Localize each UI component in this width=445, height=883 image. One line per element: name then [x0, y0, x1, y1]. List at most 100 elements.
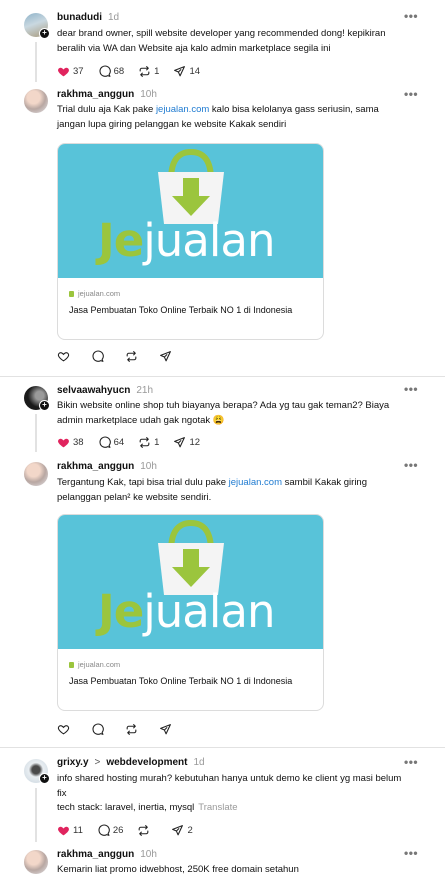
community-name[interactable]: webdevelopment	[106, 757, 187, 768]
post-actions	[57, 349, 193, 363]
like-button[interactable]: 37	[57, 65, 84, 78]
comment-button[interactable]: 26	[97, 824, 123, 837]
username[interactable]: rakhma_anggun 10h	[57, 461, 157, 472]
like-count: 37	[73, 65, 84, 77]
jejualan-logo-image: Jejualan	[58, 144, 323, 278]
comment-icon	[99, 65, 111, 77]
thread-line	[35, 414, 37, 452]
like-button[interactable]	[57, 723, 73, 736]
card-domain-text: jejualan.com	[78, 289, 121, 298]
more-icon[interactable]: •••	[404, 458, 418, 472]
follow-plus-icon[interactable]: +	[39, 400, 50, 411]
post-text: Bikin website online shop tuh biayanya b…	[57, 400, 390, 426]
username[interactable]: rakhma_anggun 10h	[57, 849, 157, 860]
follow-plus-icon[interactable]: +	[39, 773, 50, 784]
like-button[interactable]: 11	[57, 824, 83, 837]
username-text[interactable]: rakhma_anggun	[57, 849, 134, 860]
link-preview-card[interactable]: Jejualan jejualan.com Jasa Pembuatan Tok…	[57, 143, 324, 340]
like-count: 11	[73, 824, 83, 836]
timestamp: 10h	[140, 89, 157, 100]
comment-count: 68	[113, 65, 125, 77]
post-text: Kemarin liat promo idwebhost, 250K free …	[57, 864, 299, 875]
card-title: Jasa Pembuatan Toko Online Terbaik NO 1 …	[69, 305, 293, 315]
repost-count: 1	[154, 65, 160, 77]
link-jejualan[interactable]: jejualan.com	[229, 477, 282, 488]
username-text[interactable]: selvaawahyucn	[57, 385, 130, 396]
heart-icon	[58, 67, 69, 76]
username-text[interactable]: rakhma_anggun	[57, 89, 134, 100]
share-icon	[160, 723, 171, 734]
repost-count: 1	[154, 436, 160, 448]
repost-button[interactable]	[125, 350, 141, 363]
comment-button[interactable]: 64	[98, 436, 125, 449]
username-text[interactable]: bunadudi	[57, 12, 102, 23]
jejualan-logo-image: Jejualan	[58, 515, 323, 649]
share-button[interactable]: 14	[173, 65, 200, 78]
repost-icon	[126, 723, 137, 735]
card-domain: jejualan.com	[69, 289, 120, 298]
repost-button[interactable]: 1	[138, 436, 159, 449]
repost-button[interactable]: 1	[138, 65, 159, 78]
community-separator: >	[94, 757, 101, 768]
share-button[interactable]	[159, 723, 175, 736]
username-text[interactable]: rakhma_anggun	[57, 461, 134, 472]
wordmark-je: Je	[98, 214, 144, 267]
text-segment: Trial dulu aja Kak pake	[57, 104, 156, 115]
more-icon[interactable]: •••	[404, 755, 418, 769]
timestamp: 10h	[140, 849, 157, 860]
favicon-icon	[69, 661, 74, 668]
comment-icon	[92, 350, 104, 362]
comment-button[interactable]: 68	[98, 65, 125, 78]
heart-icon	[58, 438, 69, 447]
share-button[interactable]: 2	[171, 824, 193, 837]
text-line: tech stack: laravel, inertia, mysql Trans…	[57, 801, 402, 816]
avatar-rakhma-anggun[interactable]	[24, 850, 48, 874]
username[interactable]: grixy.y > webdevelopment 1d	[57, 757, 205, 768]
repost-icon	[126, 350, 137, 362]
post-text: Trial dulu aja Kak pake jejualan.com kal…	[57, 103, 402, 132]
text-segment: Tergantung Kak, tapi bisa trial dulu pak…	[57, 477, 229, 488]
divider	[0, 747, 445, 748]
repost-button[interactable]	[125, 723, 141, 736]
share-count: 14	[189, 65, 201, 77]
username[interactable]: rakhma_anggun 10h	[57, 89, 157, 100]
avatar-rakhma-anggun[interactable]	[24, 89, 48, 113]
more-icon[interactable]: •••	[404, 382, 418, 396]
wordmark-jualan: jualan	[143, 214, 275, 267]
comment-count: 64	[113, 436, 125, 448]
post-text: dear brand owner, spill website develope…	[57, 28, 386, 54]
comment-button[interactable]	[91, 723, 107, 736]
username[interactable]: selvaawahyucn 21h	[57, 385, 153, 396]
timestamp: 1d	[193, 757, 205, 768]
post-actions: 11 26 2	[57, 823, 207, 837]
timestamp: 1d	[108, 12, 120, 23]
share-icon	[172, 824, 184, 835]
link-preview-card[interactable]: Jejualan jejualan.com Jasa Pembuatan Tok…	[57, 514, 324, 711]
username[interactable]: bunadudi 1d	[57, 12, 119, 23]
favicon-icon	[69, 290, 74, 297]
more-icon[interactable]: •••	[404, 9, 418, 23]
avatar-rakhma-anggun[interactable]	[24, 462, 48, 486]
like-button[interactable]: 38	[57, 436, 84, 449]
link-jejualan[interactable]: jejualan.com	[156, 104, 209, 115]
heart-icon	[57, 351, 70, 361]
share-button[interactable]: 12	[173, 436, 200, 449]
card-domain: jejualan.com	[69, 660, 120, 669]
more-icon[interactable]: •••	[404, 87, 418, 101]
more-icon[interactable]: •••	[404, 846, 418, 860]
repost-button[interactable]	[137, 824, 153, 837]
wordmark-jualan: jualan	[143, 585, 275, 638]
post-actions	[57, 722, 193, 736]
username-text[interactable]: grixy.y	[57, 757, 89, 768]
share-count: 2	[187, 824, 193, 836]
like-button[interactable]	[57, 350, 73, 363]
repost-icon	[139, 436, 150, 448]
share-button[interactable]	[159, 350, 175, 363]
share-count: 12	[189, 436, 201, 448]
thread-line	[35, 42, 37, 82]
comment-button[interactable]	[91, 350, 107, 363]
share-icon	[174, 65, 186, 76]
follow-plus-icon[interactable]: +	[39, 28, 50, 39]
translate-link[interactable]: Translate	[198, 802, 237, 813]
post-text: Tergantung Kak, tapi bisa trial dulu pak…	[57, 476, 402, 505]
